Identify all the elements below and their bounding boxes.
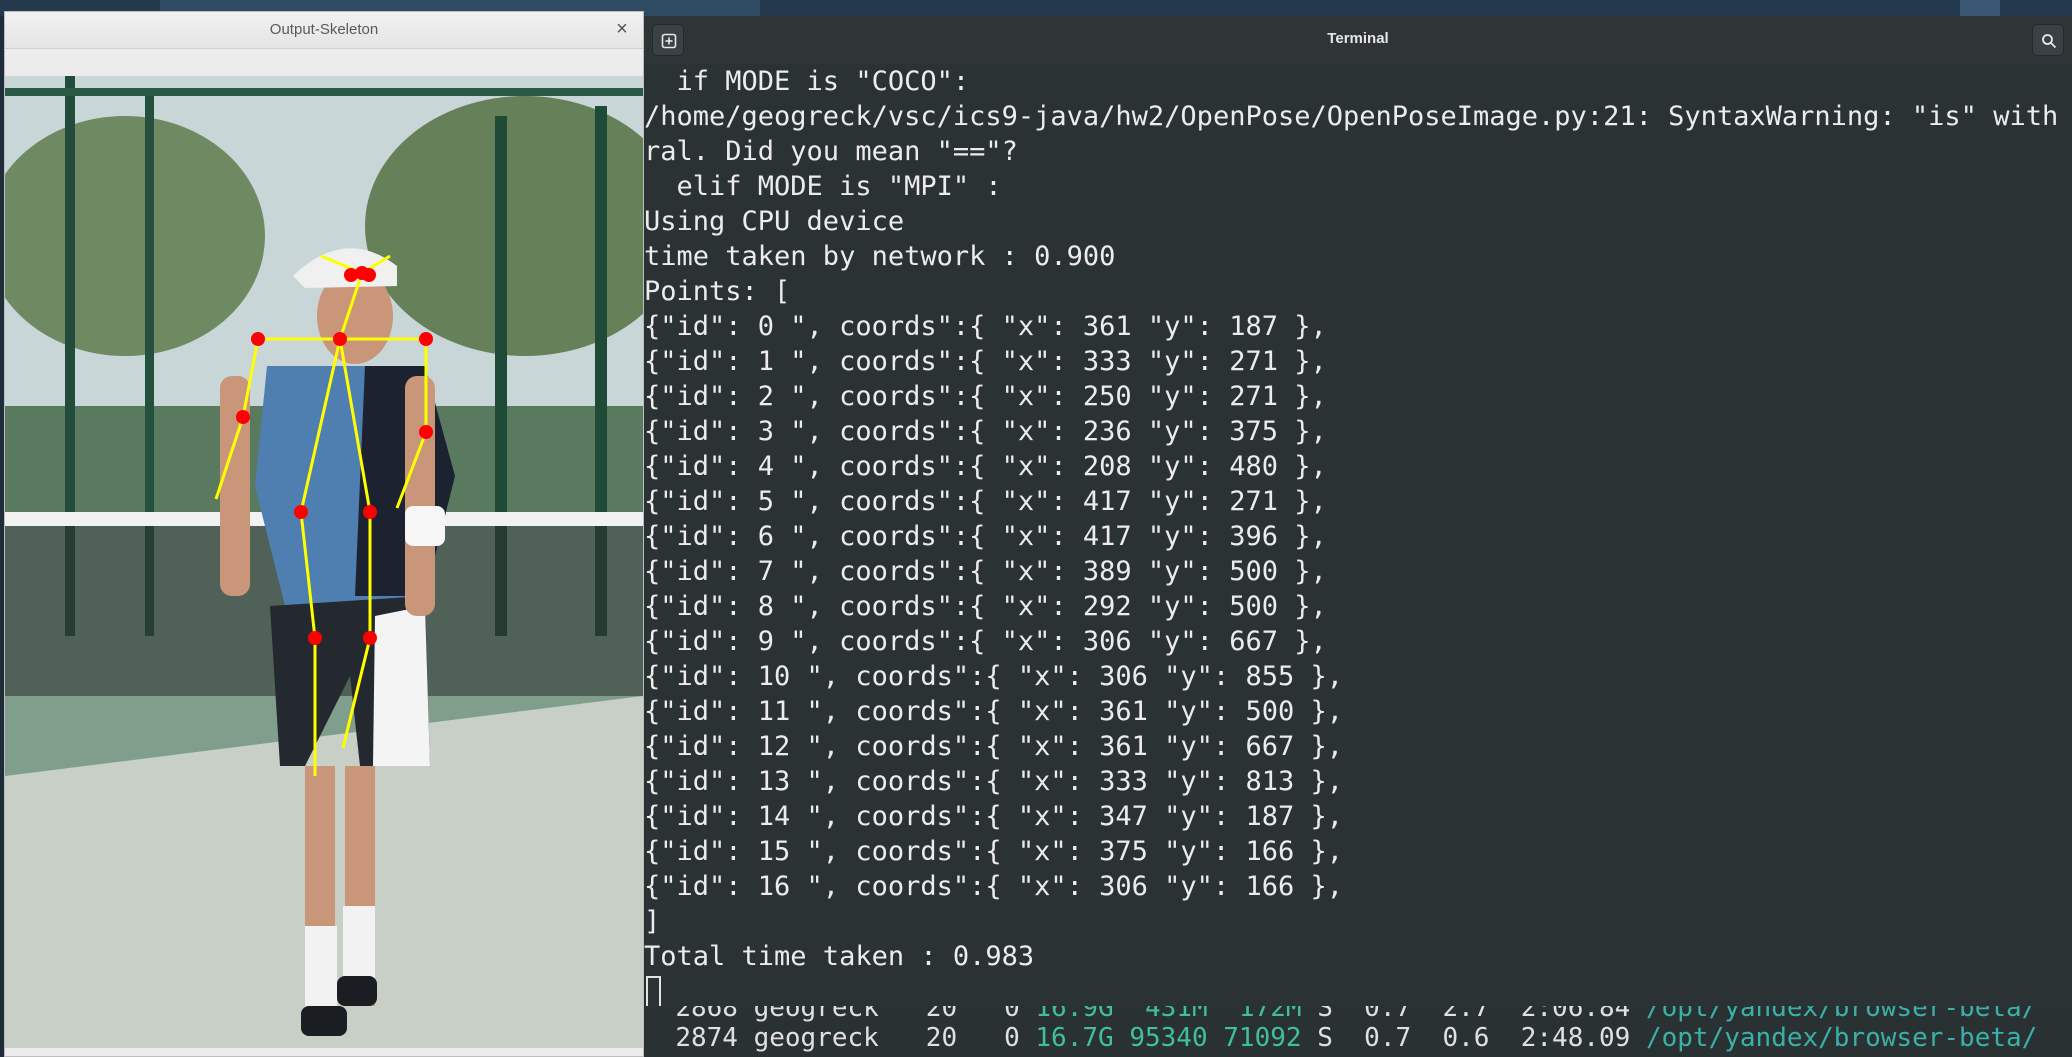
keypoint-8 (294, 505, 308, 519)
terminal-line: time taken by network : 0.900 (644, 241, 1116, 272)
keypoint-2 (251, 332, 265, 346)
terminal-line: {"id": 5 ", coords":{ "x": 417 "y": 271 … (644, 486, 1327, 517)
player-towel (373, 606, 430, 766)
close-icon[interactable]: × (611, 18, 633, 40)
player-wristband (405, 506, 445, 546)
terminal-line: Total time taken : 0.983 (644, 941, 1035, 972)
terminal-cursor (646, 976, 661, 1008)
terminal-line: Using CPU device (644, 206, 905, 237)
keypoint-14 (344, 268, 358, 282)
search-button[interactable] (2032, 24, 2064, 56)
terminal-line: {"id": 15 ", coords":{ "x": 375 "y": 166… (644, 836, 1343, 867)
terminal-line: elif MODE is "MPI" : (644, 171, 1002, 202)
keypoint-12 (363, 631, 377, 645)
search-icon (2042, 34, 2057, 49)
terminal-line: /home/geogreck/vsc/ics9-java/hw2/OpenPos… (644, 101, 2072, 132)
terminal-line: if MODE is "COCO": (644, 66, 970, 97)
player-shoe (301, 1006, 347, 1036)
terminal-line: {"id": 11 ", coords":{ "x": 361 "y": 500… (644, 696, 1343, 727)
keypoint-3 (236, 410, 250, 424)
terminal-titlebar[interactable]: Terminal (644, 16, 2072, 65)
terminal-line: {"id": 1 ", coords":{ "x": 333 "y": 271 … (644, 346, 1327, 377)
fence-rail (5, 88, 643, 96)
player-shoe (337, 976, 377, 1006)
terminal-line: {"id": 14 ", coords":{ "x": 347 "y": 187… (644, 801, 1343, 832)
output-skeleton-window[interactable]: Output-Skeleton × (4, 11, 644, 1057)
pose-image-svg (5, 76, 643, 1048)
terminal-line: {"id": 16 ", coords":{ "x": 306 "y": 166… (644, 871, 1343, 902)
keypoint-5 (419, 332, 433, 346)
terminal-line: {"id": 9 ", coords":{ "x": 306 "y": 667 … (644, 626, 1327, 657)
player-sock (343, 906, 375, 986)
terminal-line: ] (644, 906, 661, 937)
terminal-output[interactable]: if MODE is "COCO": /home/geogreck/vsc/ics… (644, 64, 2072, 1022)
player-sock (305, 926, 337, 1016)
keypoint-6 (419, 425, 433, 439)
terminal-line: {"id": 0 ", coords":{ "x": 361 "y": 187 … (644, 311, 1327, 342)
terminal-line: {"id": 8 ", coords":{ "x": 292 "y": 500 … (644, 591, 1327, 622)
keypoint-1 (333, 332, 347, 346)
desktop-panel-segment (1960, 0, 2000, 16)
terminal-line: {"id": 10 ", coords":{ "x": 306 "y": 855… (644, 661, 1343, 692)
terminal-line: {"id": 13 ", coords":{ "x": 333 "y": 813… (644, 766, 1343, 797)
terminal-window[interactable]: Terminal if MODE is "COCO": /home/geogrec… (644, 16, 2072, 1057)
keypoint-15 (362, 268, 376, 282)
terminal-line: {"id": 3 ", coords":{ "x": 236 "y": 375 … (644, 416, 1327, 447)
terminal-line: {"id": 12 ", coords":{ "x": 361 "y": 667… (644, 731, 1343, 762)
skeleton-window-title: Output-Skeleton (269, 21, 379, 38)
keypoint-11 (363, 505, 377, 519)
terminal-title: Terminal (1327, 30, 1389, 47)
process-row: 2874 geogreck 20 0 16.7G 95340 71092 S 0… (675, 1023, 2038, 1053)
player-arm (405, 376, 435, 616)
background-terminal: 2868 geogreck 20 0 16.9G 431M 172M S 0.7… (644, 1006, 2072, 1057)
keypoint-9 (308, 631, 322, 645)
terminal-line: Points: [ (644, 276, 791, 307)
terminal-line: {"id": 7 ", coords":{ "x": 389 "y": 500 … (644, 556, 1327, 587)
terminal-line: {"id": 2 ", coords":{ "x": 250 "y": 271 … (644, 381, 1327, 412)
pose-image (5, 76, 643, 1048)
skeleton-titlebar[interactable]: Output-Skeleton × (5, 12, 643, 49)
terminal-line: ral. Did you mean "=="? (644, 136, 1018, 167)
terminal-line: {"id": 4 ", coords":{ "x": 208 "y": 480 … (644, 451, 1327, 482)
terminal-line: {"id": 6 ", coords":{ "x": 417 "y": 396 … (644, 521, 1327, 552)
